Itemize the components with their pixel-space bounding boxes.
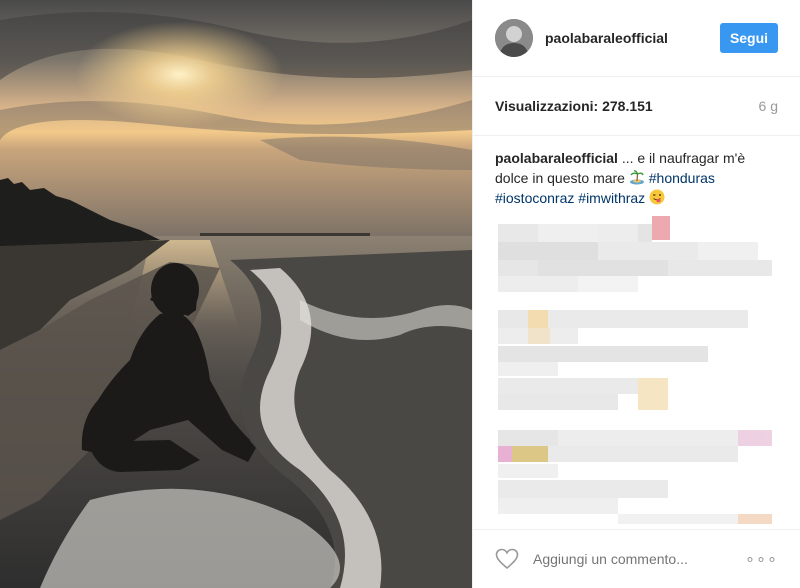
post-age[interactable]: 6 g [759, 98, 778, 114]
island-emoji-icon [629, 170, 644, 185]
winking-tongue-emoji-icon [649, 189, 665, 205]
avatar-image [495, 19, 533, 57]
comment-input[interactable] [531, 550, 745, 568]
instagram-post: paolabaraleofficial Segui Visualizzazion… [0, 0, 800, 588]
heart-icon[interactable] [495, 548, 519, 570]
avatar[interactable] [495, 19, 533, 57]
post-photo[interactable] [0, 0, 472, 588]
header-username[interactable]: paolabaraleofficial [545, 30, 720, 46]
sunset-beach-photo [0, 0, 472, 588]
post-stats: Visualizzazioni: 278.151 6 g [473, 77, 800, 136]
caption-username[interactable]: paolabaraleofficial [495, 150, 618, 166]
blurred-comments-area [488, 214, 778, 526]
follow-button[interactable]: Segui [720, 23, 778, 53]
post-caption: paolabaraleofficial ... e il naufragar m… [473, 136, 800, 208]
hashtag-honduras[interactable]: #honduras [649, 170, 715, 186]
more-options-icon[interactable]: ∘∘∘ [745, 549, 778, 569]
view-count: Visualizzazioni: 278.151 [495, 98, 653, 114]
post-header: paolabaraleofficial Segui [473, 0, 800, 77]
hashtag-imwithraz[interactable]: #imwithraz [578, 190, 645, 206]
hashtag-iostoconraz[interactable]: #iostoconraz [495, 190, 574, 206]
post-footer: ∘∘∘ [473, 529, 800, 588]
